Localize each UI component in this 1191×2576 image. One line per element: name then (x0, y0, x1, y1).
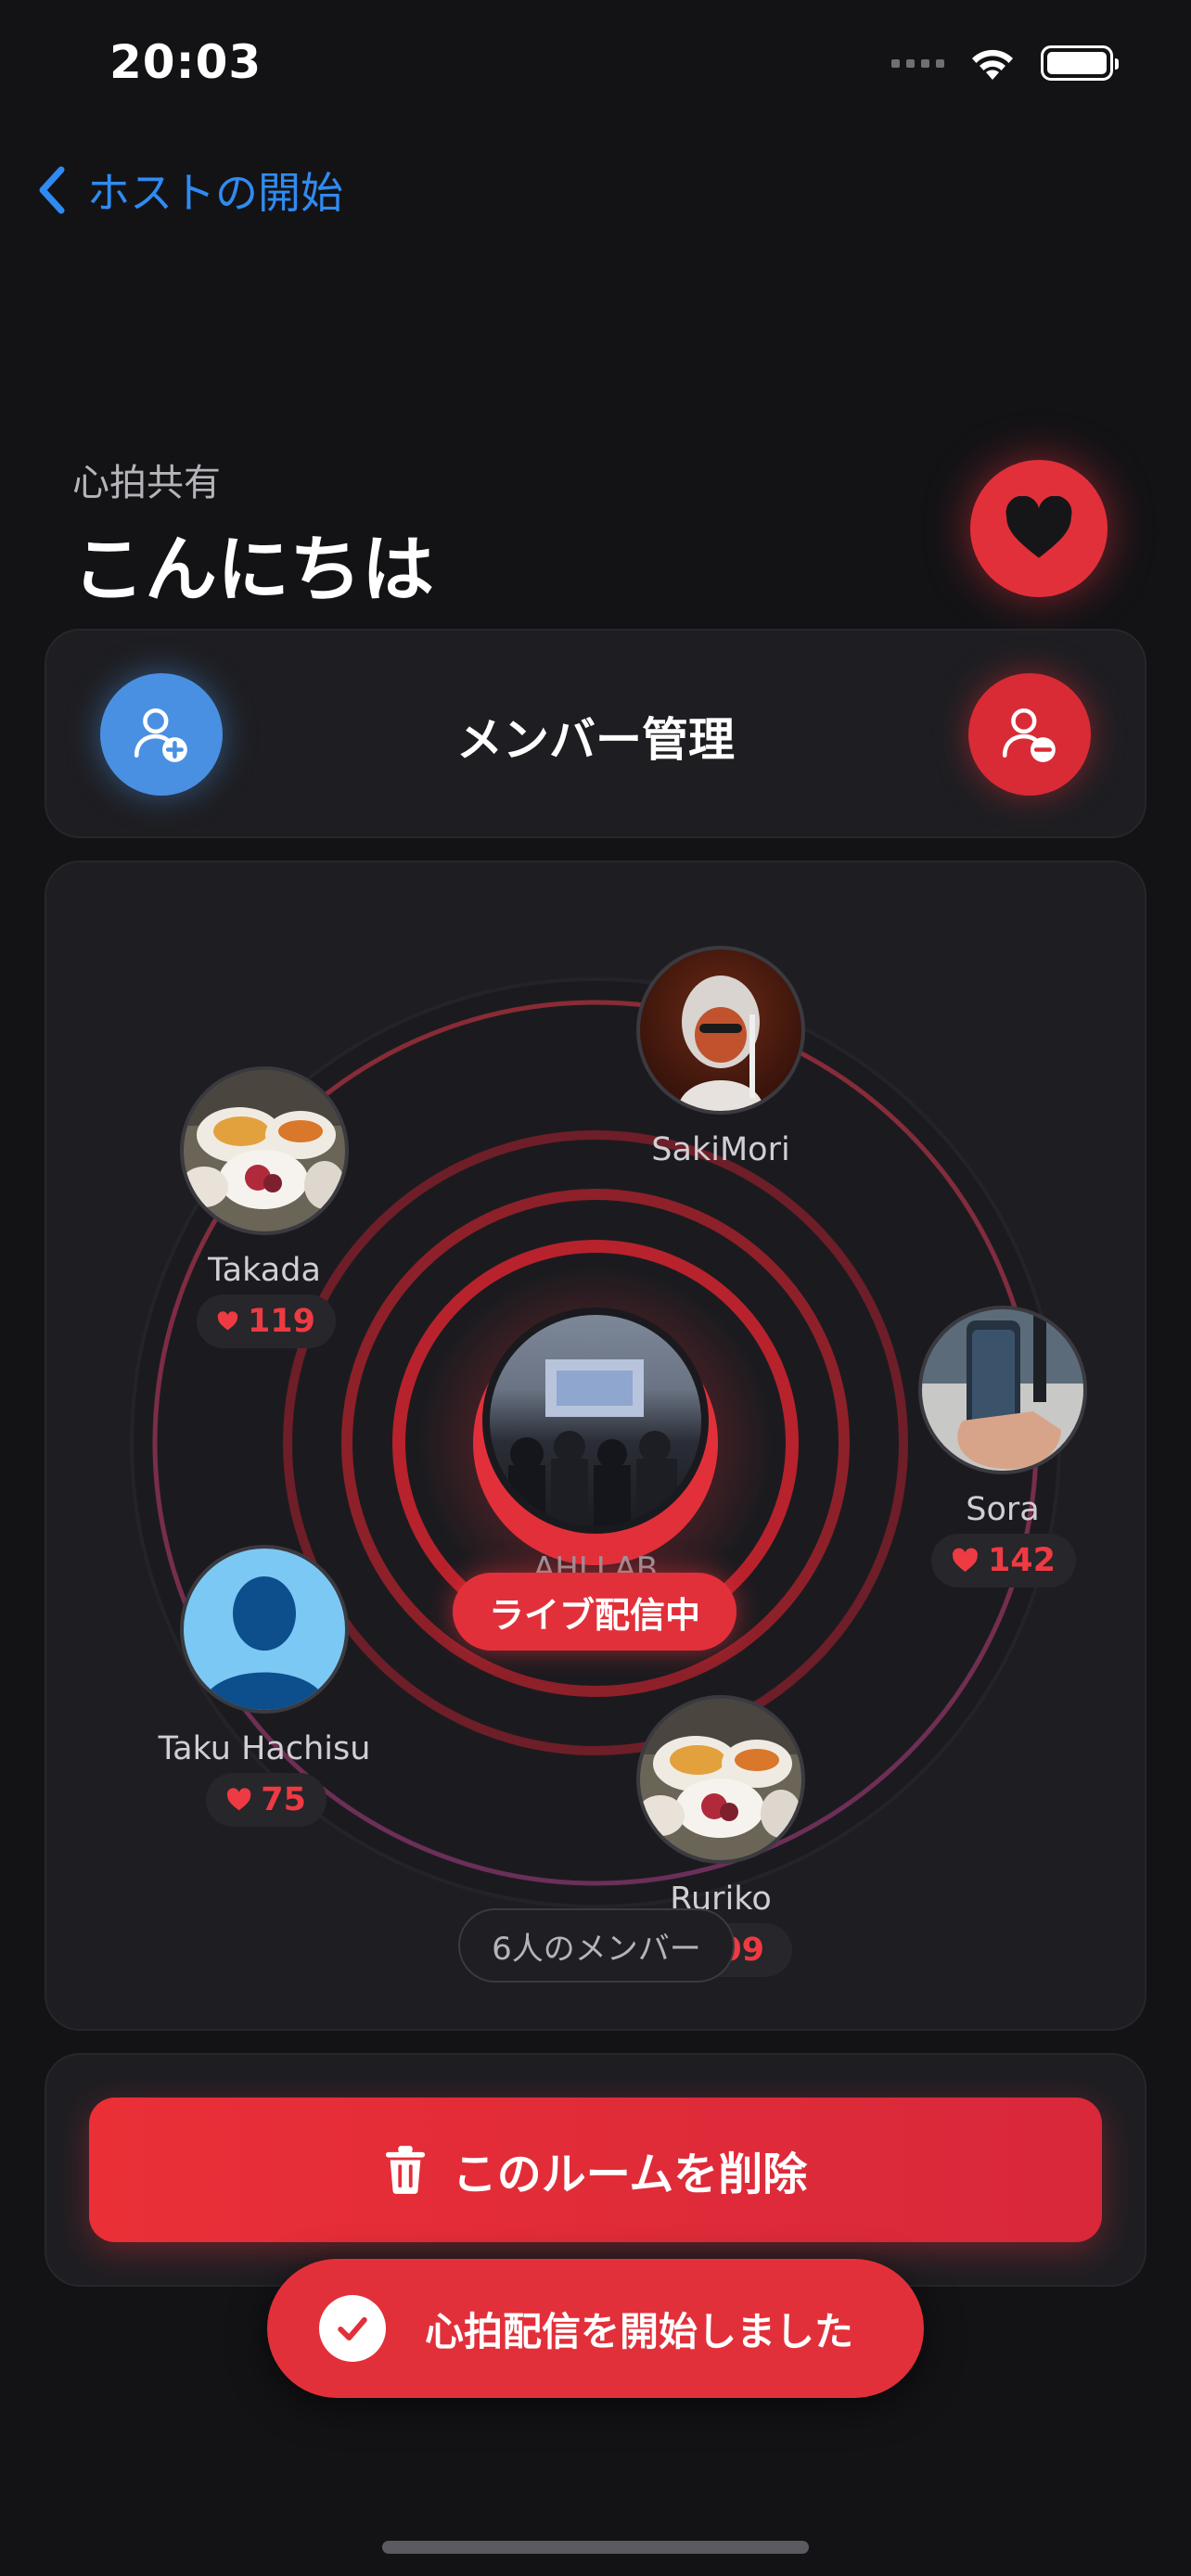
heart-icon (217, 1311, 238, 1331)
room-avatar (482, 1307, 709, 1534)
member-name-sakimori: SakiMori (651, 1131, 790, 1168)
heart-icon (952, 1548, 978, 1573)
delete-room-label: このルームを削除 (452, 2149, 808, 2200)
home-indicator[interactable] (382, 2541, 809, 2554)
member-name-sora: Sora (966, 1491, 1040, 1528)
member-name-takada: Takada (208, 1252, 321, 1289)
member-avatar-sakimori[interactable] (636, 946, 805, 1115)
checkmark-icon (319, 2295, 386, 2362)
success-toast: 心拍配信を開始しました (267, 2259, 924, 2398)
toast-message: 心拍配信を開始しました (425, 2308, 854, 2354)
member-bpm-taku-hachisu: 75 (206, 1773, 327, 1827)
bpm-value: 142 (987, 1542, 1056, 1579)
bpm-value: 119 (247, 1303, 315, 1340)
delete-room-button[interactable]: このルームを削除 (89, 2098, 1102, 2242)
member-bpm-sora: 142 (931, 1534, 1076, 1588)
member-avatar-sora[interactable] (918, 1306, 1087, 1474)
trash-icon (385, 2146, 425, 2194)
heart-icon (226, 1788, 251, 1811)
member-avatar-takada[interactable] (180, 1066, 349, 1235)
member-avatar-ruriko[interactable] (636, 1695, 805, 1864)
member-bpm-takada: 119 (197, 1294, 336, 1348)
member-name-taku-hachisu: Taku Hachisu (158, 1730, 371, 1767)
member-count-badge: 6人のメンバー (458, 1908, 735, 1983)
live-status-badge: ライブ配信中 (453, 1573, 736, 1651)
member-avatar-taku-hachisu[interactable] (180, 1545, 349, 1714)
bpm-value: 75 (261, 1781, 306, 1818)
